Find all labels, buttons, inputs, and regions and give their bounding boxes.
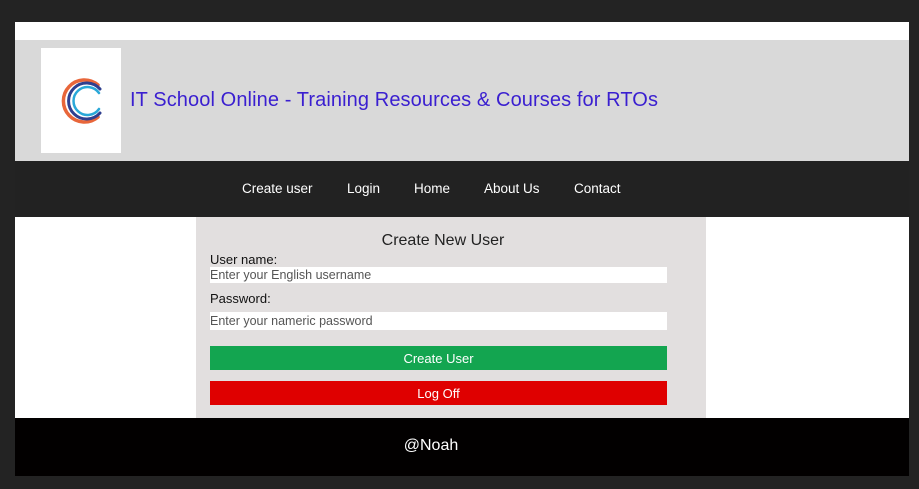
nav-item-about-us[interactable]: About Us	[484, 181, 540, 196]
nav-item-contact[interactable]: Contact	[574, 181, 621, 196]
nav-item-create-user[interactable]: Create user	[242, 181, 313, 196]
username-input[interactable]	[210, 267, 667, 283]
password-label: Password:	[210, 291, 271, 306]
create-user-button[interactable]: Create User	[210, 346, 667, 370]
create-user-form: Create New User User name: Password: Cre…	[196, 217, 706, 418]
site-footer: @Noah	[15, 418, 909, 476]
site-header: IT School Online - Training Resources & …	[15, 40, 909, 161]
main-nav: Create user Login Home About Us Contact	[15, 161, 909, 217]
footer-credit: @Noah	[403, 437, 459, 454]
username-label: User name:	[210, 252, 278, 267]
page-frame: IT School Online - Training Resources & …	[15, 22, 909, 476]
form-title: Create New User	[381, 232, 505, 249]
password-input[interactable]	[210, 312, 667, 330]
site-title: IT School Online - Training Resources & …	[130, 89, 659, 111]
logo[interactable]	[41, 48, 121, 153]
nav-item-login[interactable]: Login	[347, 181, 380, 196]
top-strip	[15, 22, 909, 40]
nav-item-home[interactable]: Home	[414, 181, 450, 196]
log-off-button[interactable]: Log Off	[210, 381, 667, 405]
circular-swoosh-logo-icon	[61, 77, 102, 124]
